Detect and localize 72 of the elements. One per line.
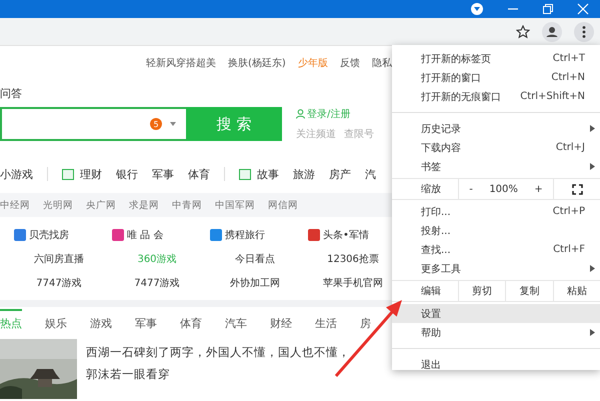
square-icon: [62, 168, 74, 180]
menu-item[interactable]: 查找... Ctrl+F: [392, 240, 600, 259]
profile-icon[interactable]: [542, 22, 562, 42]
site-link[interactable]: 7747游戏: [36, 276, 82, 290]
nav-link[interactable]: 体育: [188, 166, 210, 182]
top-link[interactable]: 轻新风穿搭超美: [146, 56, 216, 72]
site-link[interactable]: 苹果手机官网: [323, 276, 383, 290]
menu-icon[interactable]: [574, 22, 594, 42]
nav-link[interactable]: 银行: [116, 166, 138, 182]
restore-icon[interactable]: [542, 3, 554, 15]
media-link[interactable]: 光明网: [43, 198, 73, 212]
news-tab[interactable]: 生活: [315, 309, 337, 331]
top-link[interactable]: 换肤(杨廷东): [228, 56, 286, 72]
zoom-level: 100%: [489, 184, 518, 194]
news-tab[interactable]: 体育: [180, 309, 202, 331]
caret-icon[interactable]: [170, 122, 176, 126]
fullscreen-icon: [572, 184, 582, 194]
nav-link[interactable]: 故事: [239, 166, 279, 182]
site-link[interactable]: 外协加工网: [230, 276, 280, 290]
media-link[interactable]: 中国军网: [215, 198, 255, 212]
nav-link[interactable]: 旅游: [293, 166, 315, 182]
news-tab[interactable]: 军事: [135, 309, 157, 331]
menu-item[interactable]: 投射...: [392, 221, 600, 240]
news-headline[interactable]: 西湖一石碑刻了两字，外国人不懂，国人也不懂，: [86, 345, 350, 360]
menu-item[interactable]: 书签: [392, 157, 600, 176]
nav-link[interactable]: 军事: [152, 166, 174, 182]
menu-item[interactable]: 打开新的无痕窗口 Ctrl+Shift+N: [392, 87, 600, 106]
menu-item[interactable]: 下载内容 Ctrl+J: [392, 138, 600, 157]
nav-link[interactable]: 小游戏: [0, 166, 33, 182]
top-link[interactable]: 反馈: [340, 56, 360, 72]
site-link[interactable]: 12306抢票: [327, 252, 379, 266]
menu-item[interactable]: 打开新的标签页 Ctrl+T: [392, 49, 600, 68]
top-link[interactable]: 隐私: [372, 56, 392, 72]
menu-item[interactable]: 打印... Ctrl+P: [392, 202, 600, 221]
edit-action-button[interactable]: 复制: [505, 281, 553, 301]
zoom-out-button[interactable]: -: [465, 184, 477, 194]
close-icon[interactable]: [577, 3, 589, 15]
menu-item[interactable]: 更多工具: [392, 259, 600, 278]
news-headline[interactable]: 郭沫若一眼看穿: [86, 367, 350, 382]
menu-item[interactable]: 帮助: [392, 323, 600, 342]
user-icon: [296, 109, 305, 119]
news-tab[interactable]: 财经: [270, 309, 292, 331]
media-link[interactable]: 中经网: [0, 198, 30, 212]
menu-item[interactable]: 设置: [392, 304, 600, 323]
site-link[interactable]: 头条•军情: [308, 228, 369, 242]
site-link[interactable]: 贝壳找房: [14, 228, 69, 242]
media-link[interactable]: 中青网: [172, 198, 202, 212]
site-link[interactable]: 7477游戏: [134, 276, 180, 290]
nav-link[interactable]: 房产: [329, 166, 351, 182]
site-link[interactable]: 今日看点: [235, 252, 275, 266]
news-tab[interactable]: 汽车: [225, 309, 247, 331]
nav-link[interactable]: 理财: [62, 166, 102, 182]
media-link[interactable]: 求是网: [129, 198, 159, 212]
news-tab[interactable]: 房: [360, 309, 371, 331]
count-badge: 5: [150, 118, 162, 130]
zoom-in-button[interactable]: +: [530, 184, 547, 194]
media-link[interactable]: 央广网: [86, 198, 116, 212]
zoom-label: 缩放: [380, 179, 459, 199]
media-link[interactable]: 网信网: [268, 198, 298, 212]
star-icon[interactable]: [516, 24, 530, 38]
news-tab[interactable]: 娱乐: [45, 309, 67, 331]
menu-item[interactable]: 打开新的窗口 Ctrl+N: [392, 68, 600, 87]
edit-action-button[interactable]: 剪切: [459, 281, 506, 301]
square-icon: [239, 168, 251, 180]
nav-link[interactable]: 汽: [365, 166, 376, 182]
site-link[interactable]: 唯 品 会: [112, 228, 164, 242]
menu-item[interactable]: 历史记录: [392, 119, 600, 138]
news-tab[interactable]: 游戏: [90, 309, 112, 331]
site-link[interactable]: 六间房直播: [34, 252, 84, 266]
menu-item[interactable]: 退出: [392, 355, 600, 374]
edit-action-button[interactable]: 粘贴: [552, 281, 600, 301]
site-link[interactable]: 携程旅行: [210, 228, 265, 242]
